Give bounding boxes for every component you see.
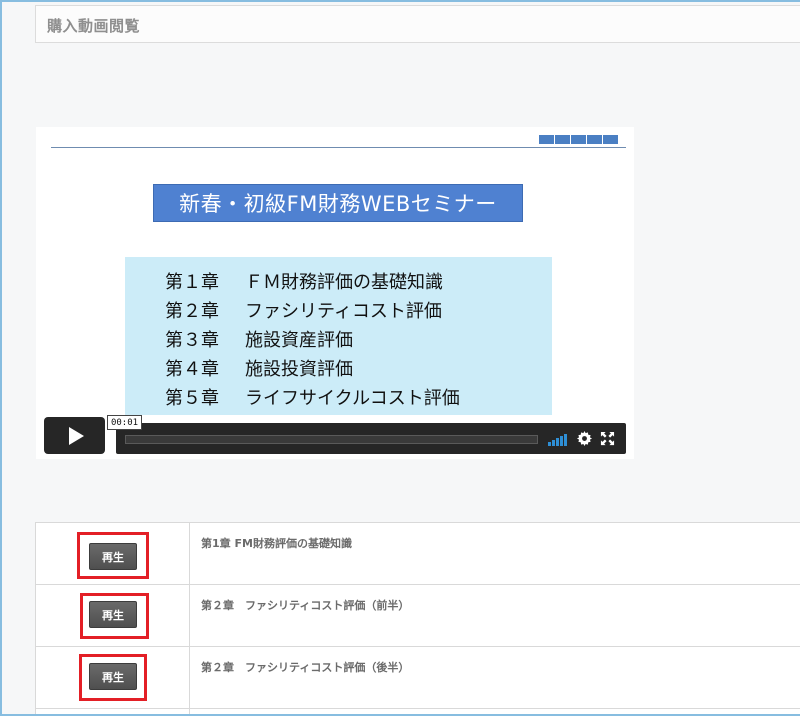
volume-icon[interactable] xyxy=(548,433,567,446)
play-icon xyxy=(68,426,84,445)
window-frame: 購入動画閲覧 新春・初級FM財務WEBセミナー 第１章 ＦＭ財務評価の基礎知識 … xyxy=(0,0,800,716)
play-video-button[interactable]: 再生 xyxy=(89,663,137,690)
play-video-button[interactable]: 再生 xyxy=(89,601,137,628)
play-video-button[interactable]: 再生 xyxy=(89,543,137,570)
time-tooltip: 00:01 xyxy=(107,415,142,430)
chapter-number: 第５章 xyxy=(165,387,219,409)
chapter-number: 第２章 xyxy=(165,300,219,322)
page-header: 購入動画閲覧 xyxy=(35,5,800,43)
video-player[interactable]: 新春・初級FM財務WEBセミナー 第１章 ＦＭ財務評価の基礎知識 第２章 ファシ… xyxy=(36,127,634,459)
video-title: 第２章 ファシリティコスト評価（前半） xyxy=(201,599,410,612)
table-row xyxy=(35,708,800,714)
fullscreen-icon[interactable] xyxy=(600,431,615,446)
chapter-item: 第２章 ファシリティコスト評価 xyxy=(165,295,552,324)
table-row: 再生 第1章 FM財務評価の基礎知識 xyxy=(35,522,800,585)
table-row: 再生 第２章 ファシリティコスト評価（後半） xyxy=(35,646,800,709)
chapter-item: 第５章 ライフサイクルコスト評価 xyxy=(165,382,552,411)
slide-decoration xyxy=(539,135,618,144)
chapter-title: 施設資産評価 xyxy=(245,329,353,351)
chapter-title: 施設投資評価 xyxy=(245,358,353,380)
chapter-item: 第４章 施設投資評価 xyxy=(165,353,552,382)
chapter-list: 第１章 ＦＭ財務評価の基礎知識 第２章 ファシリティコスト評価 第３章 施設資産… xyxy=(125,257,552,415)
chapter-number: 第４章 xyxy=(165,358,219,380)
progress-bar[interactable] xyxy=(125,435,538,444)
video-title: 第1章 FM財務評価の基礎知識 xyxy=(201,537,352,550)
chapter-item: 第３章 施設資産評価 xyxy=(165,324,552,353)
video-list: 再生 第1章 FM財務評価の基礎知識 再生 第２章 ファシリティコスト評価（前半… xyxy=(35,522,800,714)
chapter-title: ＦＭ財務評価の基礎知識 xyxy=(245,271,443,293)
slide-title: 新春・初級FM財務WEBセミナー xyxy=(153,184,523,222)
chapter-title: ファシリティコスト評価 xyxy=(245,300,442,322)
play-button[interactable] xyxy=(44,417,105,454)
chapter-item: 第１章 ＦＭ財務評価の基礎知識 xyxy=(165,266,552,295)
chapter-title: ライフサイクルコスト評価 xyxy=(245,387,460,409)
chapter-number: 第３章 xyxy=(165,329,219,351)
page-title: 購入動画閲覧 xyxy=(47,17,141,35)
gear-icon[interactable] xyxy=(577,431,592,446)
control-bar xyxy=(116,423,626,454)
video-title: 第２章 ファシリティコスト評価（後半） xyxy=(201,661,410,674)
table-row: 再生 第２章 ファシリティコスト評価（前半） xyxy=(35,584,800,647)
slide-divider xyxy=(51,147,626,148)
chapter-number: 第１章 xyxy=(165,271,219,293)
